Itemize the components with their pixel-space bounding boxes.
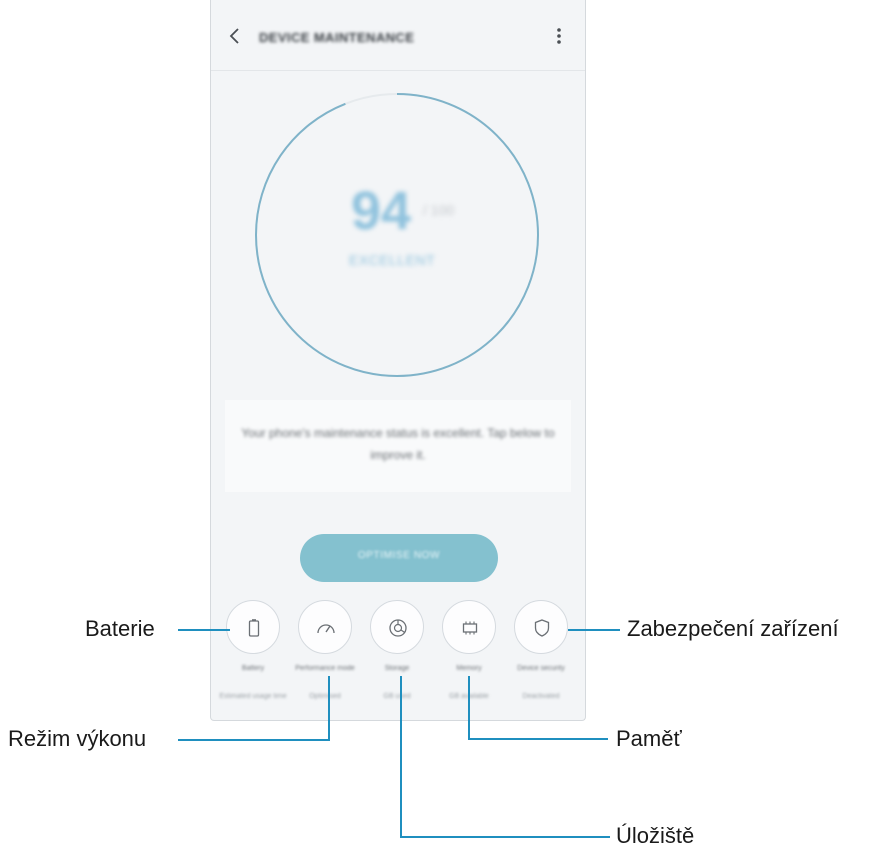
speedometer-icon — [317, 624, 335, 634]
battery-sub: Estimated usage time — [219, 693, 287, 700]
storage-button[interactable]: Storage GB used — [367, 600, 437, 720]
callout-line-rezim-h — [178, 739, 330, 741]
phone-screen: DEVICE MAINTENANCE 94 / 100 EXCELLENT Yo… — [210, 0, 586, 721]
battery-circle — [226, 600, 280, 654]
pie-chart-icon — [389, 619, 407, 637]
callout-line-baterie — [178, 629, 230, 631]
chevron-left-icon — [229, 28, 239, 44]
memory-chip-icon — [462, 621, 478, 635]
callout-baterie: Baterie — [85, 616, 155, 641]
callout-line-rezim-v — [328, 676, 330, 741]
score-status: EXCELLENT — [349, 252, 436, 268]
callout-line-pamet-h — [468, 738, 608, 740]
memory-circle — [442, 600, 496, 654]
memory-label: Memory — [456, 665, 482, 672]
back-button[interactable] — [225, 24, 245, 48]
score-value: 94 — [351, 181, 412, 241]
security-sub: Deactivated — [522, 693, 560, 700]
shield-icon — [534, 619, 550, 637]
security-circle — [514, 600, 568, 654]
device-security-button[interactable]: Device security Deactivated — [511, 600, 581, 720]
storage-label: Storage — [384, 665, 410, 672]
battery-button[interactable]: Battery Estimated usage time — [219, 600, 293, 720]
performance-mode-button[interactable]: Performance mode Optimised — [295, 600, 365, 720]
more-vertical-icon — [557, 28, 561, 44]
storage-sub: GB used — [383, 693, 411, 700]
battery-label: Battery — [241, 665, 265, 672]
security-label: Device security — [517, 665, 565, 672]
callout-line-uloziste-v — [400, 676, 402, 838]
performance-label: Performance mode — [295, 665, 355, 672]
callout-line-uloziste-h — [400, 836, 610, 838]
callout-uloziste: Úložiště — [616, 823, 695, 848]
callout-rezim-vykonu: Režim výkonu — [8, 726, 147, 751]
storage-circle — [370, 600, 424, 654]
optimise-now-label: OPTIMISE NOW — [357, 550, 441, 561]
callout-line-zabezpeceni — [568, 629, 620, 631]
memory-button[interactable]: Memory GB available — [439, 600, 509, 720]
callout-line-pamet-v — [468, 676, 470, 740]
callout-zabezpeceni: Zabezpečení zařízení — [627, 616, 839, 641]
optimise-now-button[interactable]: OPTIMISE NOW — [300, 534, 498, 582]
status-message: Your phone's maintenance status is excel… — [241, 426, 555, 462]
callout-pamet: Paměť — [616, 726, 682, 751]
more-options-button[interactable] — [551, 25, 567, 47]
performance-circle — [298, 600, 352, 654]
performance-sub: Optimised — [309, 693, 341, 700]
battery-icon — [248, 619, 260, 637]
score-max: / 100 — [423, 202, 455, 218]
score-display: 94 / 100 EXCELLENT — [341, 180, 461, 290]
status-message-card: Your phone's maintenance status is excel… — [225, 400, 571, 492]
